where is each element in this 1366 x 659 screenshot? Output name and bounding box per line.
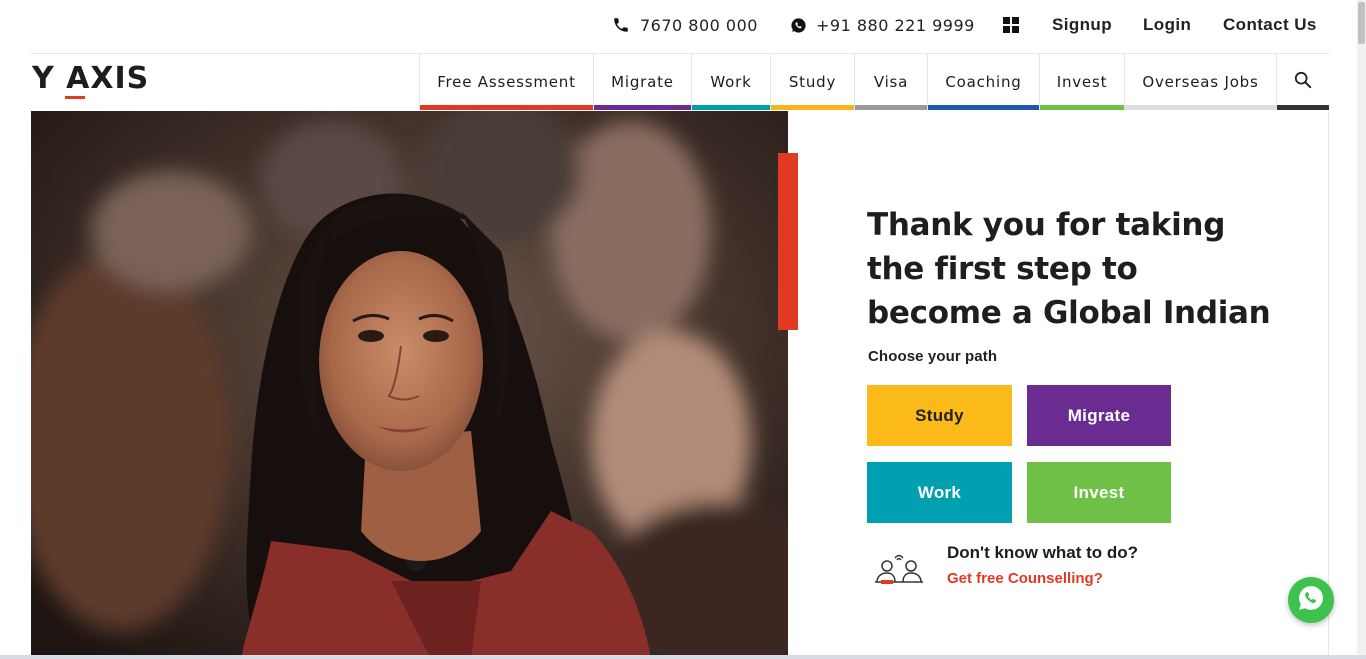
path-invest-button[interactable]: Invest [1027, 462, 1171, 523]
nav-item-work[interactable]: Work [691, 54, 770, 110]
nav-item-label: Invest [1056, 73, 1108, 91]
whatsapp-chat-button[interactable] [1288, 577, 1334, 623]
scrollbar-thumb[interactable] [1358, 2, 1365, 44]
nav-item-label: Migrate [611, 73, 674, 91]
main-nav: Free Assessment Migrate Work Study Visa … [419, 54, 1329, 110]
path-button-label: Migrate [1067, 405, 1131, 425]
nav-item-study[interactable]: Study [770, 54, 854, 110]
whatsapp-icon [1296, 583, 1326, 617]
free-counselling-link[interactable]: Get free Counselling? [947, 570, 1103, 587]
nav-item-free-assessment[interactable]: Free Assessment [419, 54, 593, 110]
signup-link[interactable]: Signup [1052, 14, 1112, 36]
y-axis-logo[interactable]: Y AXIS [32, 62, 149, 100]
whatsapp-number: +91 880 221 9999 [816, 15, 975, 35]
counselling-icon [873, 552, 925, 588]
nav-item-invest[interactable]: Invest [1039, 54, 1124, 110]
nav-item-label: Work [710, 73, 752, 91]
top-utility-bar: 7670 800 000 +91 880 221 9999 Signup Log… [0, 0, 1366, 52]
phone-icon [612, 16, 630, 34]
nav-item-visa[interactable]: Visa [854, 54, 927, 110]
whatsapp-link[interactable]: +91 880 221 9999 [790, 14, 975, 36]
search-icon [1294, 71, 1312, 93]
phone-number: 7670 800 000 [640, 15, 758, 35]
headline-line: Thank you for taking [867, 207, 1226, 243]
whatsapp-icon [790, 17, 807, 34]
path-work-button[interactable]: Work [867, 462, 1012, 523]
grid-menu-button[interactable] [1003, 14, 1019, 36]
choose-path-label: Choose your path [868, 348, 998, 365]
logo-text: Y AXIS [32, 61, 150, 96]
counselling-question: Don't know what to do? [947, 543, 1139, 562]
hero-headline: Thank you for taking the first step to b… [867, 203, 1287, 335]
path-button-label: Study [915, 405, 964, 425]
contact-us-link[interactable]: Contact Us [1223, 14, 1317, 36]
nav-item-coaching[interactable]: Coaching [927, 54, 1039, 110]
login-link[interactable]: Login [1143, 14, 1191, 36]
nav-item-label: Study [788, 73, 837, 91]
logo-accent-underline [65, 96, 85, 99]
nav-item-label: Overseas Jobs [1142, 73, 1259, 91]
bottom-strip [0, 655, 1366, 659]
path-study-button[interactable]: Study [867, 385, 1012, 446]
nav-item-overseas-jobs[interactable]: Overseas Jobs [1124, 54, 1276, 110]
path-button-label: Work [917, 482, 962, 502]
path-migrate-button[interactable]: Migrate [1027, 385, 1171, 446]
nav-item-label: Free Assessment [437, 73, 576, 91]
page-scrollbar[interactable] [1357, 0, 1366, 659]
headline-line: become a Global Indian [867, 295, 1271, 331]
nav-item-migrate[interactable]: Migrate [593, 54, 691, 110]
nav-item-label: Visa [873, 73, 909, 91]
path-button-label: Invest [1073, 482, 1125, 502]
search-button[interactable] [1276, 54, 1329, 110]
hero-photo [31, 111, 788, 659]
nav-item-label: Coaching [945, 73, 1022, 91]
phone-link[interactable]: 7670 800 000 [612, 14, 758, 36]
grid-icon [1003, 17, 1019, 33]
headline-line: the first step to [867, 251, 1138, 287]
accent-bar [778, 153, 798, 330]
